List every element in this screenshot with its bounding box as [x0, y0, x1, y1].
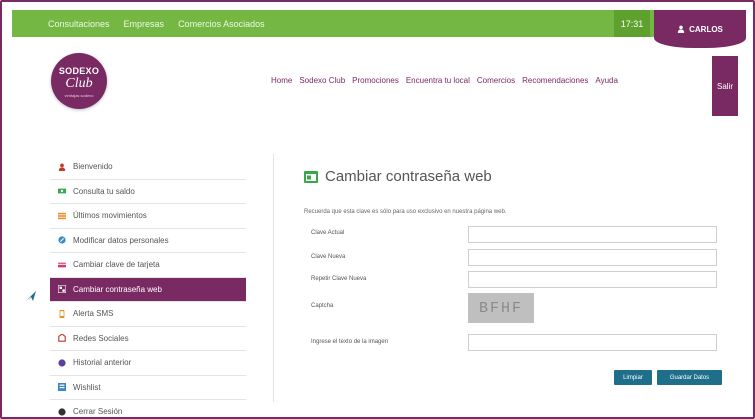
- window-icon: [304, 170, 318, 183]
- key-icon: [58, 285, 66, 294]
- sidebar-item-historial[interactable]: Historial anterior: [50, 351, 246, 376]
- sidebar-item-label: Cambiar clave de tarjeta: [73, 260, 160, 270]
- card-icon: [58, 261, 66, 269]
- wishlist-icon: [58, 383, 66, 392]
- money-icon: [58, 187, 66, 195]
- cursor-pointer-icon: [26, 291, 36, 301]
- user-menu[interactable]: CARLOS: [654, 10, 746, 48]
- main-nav: Home Sodexo Club Promociones Encuentra t…: [271, 76, 618, 85]
- sidebar-item-redes[interactable]: Redes Sociales: [50, 327, 246, 351]
- sidebar-item-label: Cerrar Sesión: [73, 407, 123, 417]
- sidebar-item-label: Modificar datos personales: [73, 235, 169, 245]
- sidebar-item-bienvenido[interactable]: Bienvenido: [50, 155, 246, 180]
- edit-icon: [58, 236, 66, 244]
- share-icon: [58, 334, 66, 343]
- logo-tagline: ventajas sodexo: [64, 93, 94, 98]
- sidebar-item-contrasena-web[interactable]: Cambiar contraseña web: [50, 277, 246, 302]
- sidebar-item-saldo[interactable]: Consulta tu saldo: [50, 180, 246, 204]
- new-password-input[interactable]: [468, 249, 717, 266]
- sidebar-item-label: Wishlist: [73, 382, 101, 392]
- nav-sodexo-club[interactable]: Sodexo Club: [299, 76, 345, 85]
- top-link-consultaciones[interactable]: Consultaciones: [48, 19, 110, 29]
- sidebar-item-label: Alerta SMS: [73, 309, 114, 319]
- sidebar-item-label: Redes Sociales: [73, 333, 129, 343]
- nav-comercios[interactable]: Comercios: [477, 76, 515, 85]
- person-icon: [58, 163, 66, 171]
- page-title-text: Cambiar contraseña web: [325, 168, 492, 185]
- sidebar-item-label: Consulta tu saldo: [73, 186, 135, 196]
- logout-button[interactable]: Salir: [712, 56, 738, 116]
- sidebar-menu: Bienvenido Consulta tu saldo Últimos mov…: [50, 155, 246, 417]
- captcha-input[interactable]: [468, 334, 717, 351]
- new-password-label: Clave Nueva: [311, 254, 346, 260]
- content-divider: [273, 154, 274, 402]
- sidebar-item-label: Cambiar contraseña web: [73, 284, 162, 294]
- history-icon: [58, 359, 66, 367]
- sidebar-item-movimientos[interactable]: Últimos movimientos: [50, 204, 246, 229]
- sidebar-item-datos[interactable]: Modificar datos personales: [50, 229, 246, 253]
- user-icon: [677, 25, 685, 33]
- repeat-password-input[interactable]: [468, 271, 717, 288]
- clock-time: 17:31: [614, 10, 650, 37]
- browser-frame: Consultaciones Empresas Comercios Asocia…: [0, 0, 755, 419]
- sidebar-item-clave-tarjeta[interactable]: Cambiar clave de tarjeta: [50, 253, 246, 278]
- page-title: Cambiar contraseña web: [304, 168, 492, 185]
- logout-icon: [58, 408, 66, 416]
- top-link-comercios[interactable]: Comercios Asociados: [178, 19, 265, 29]
- user-name: CARLOS: [689, 24, 723, 34]
- nav-promociones[interactable]: Promociones: [352, 76, 399, 85]
- logo-line1: SODEXO: [58, 66, 100, 76]
- top-bar: Consultaciones Empresas Comercios Asocia…: [12, 10, 746, 37]
- captcha-image: BFHF: [468, 293, 534, 323]
- sidebar-item-label: Bienvenido: [73, 162, 113, 172]
- sidebar-item-label: Historial anterior: [73, 358, 132, 368]
- repeat-password-label: Repetir Clave Nueva: [311, 276, 367, 282]
- sodexo-club-logo[interactable]: SODEXO Club ventajas sodexo: [51, 53, 107, 109]
- sidebar-item-cerrar-sesion[interactable]: Cerrar Sesión: [50, 400, 246, 417]
- list-icon: [58, 212, 66, 220]
- sidebar-item-wishlist[interactable]: Wishlist: [50, 376, 246, 400]
- sidebar-item-label: Últimos movimientos: [73, 211, 147, 221]
- save-button[interactable]: Guardar Datos: [657, 370, 722, 385]
- nav-recomendaciones[interactable]: Recomendaciones: [522, 76, 588, 85]
- phone-icon: [58, 309, 66, 318]
- logo-line2: Club: [65, 76, 93, 91]
- nav-ayuda[interactable]: Ayuda: [595, 76, 618, 85]
- hint-text: Recuerda que esta clave es sólo para uso…: [304, 209, 507, 215]
- sidebar-item-alerta-sms[interactable]: Alerta SMS: [50, 302, 246, 327]
- nav-encuentra-local[interactable]: Encuentra tu local: [406, 76, 470, 85]
- captcha-label: Captcha: [311, 303, 334, 309]
- top-links: Consultaciones Empresas Comercios Asocia…: [48, 10, 265, 37]
- current-password-label: Clave Actual: [311, 230, 345, 236]
- nav-home[interactable]: Home: [271, 76, 292, 85]
- clear-button[interactable]: Limpiar: [614, 370, 652, 385]
- top-link-empresas[interactable]: Empresas: [124, 19, 165, 29]
- captcha-input-label: Ingrese el texto de la imagen: [311, 339, 389, 345]
- current-password-input[interactable]: [468, 226, 717, 243]
